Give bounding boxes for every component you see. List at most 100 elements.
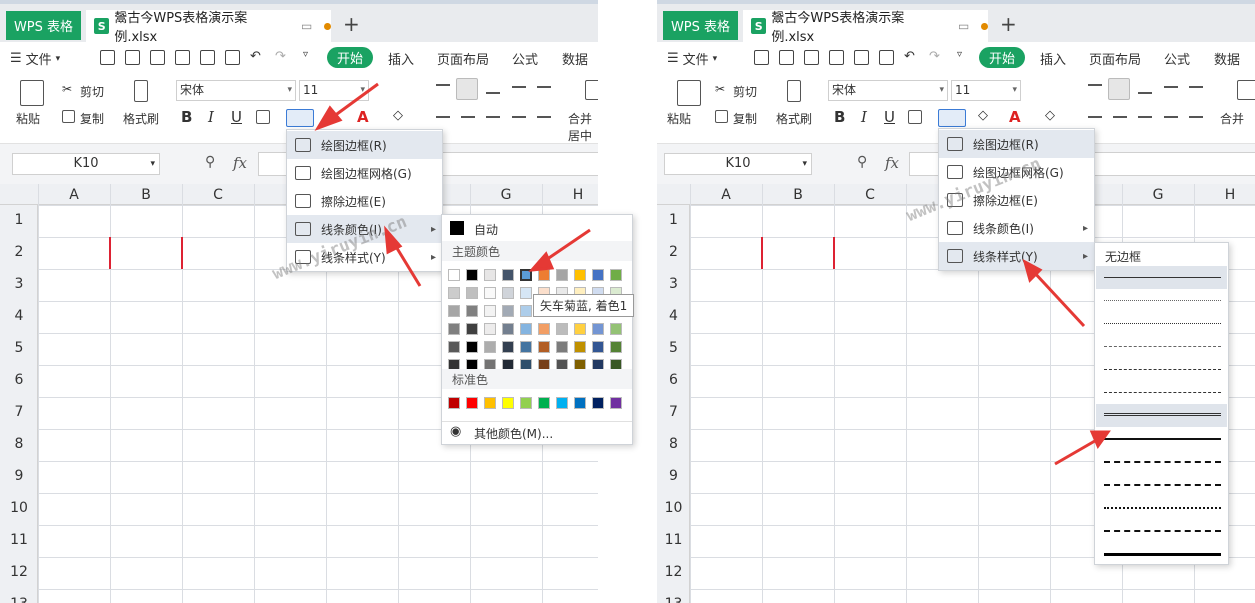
italic-button[interactable]: I [208, 108, 214, 126]
tab-data[interactable]: 数据 [562, 49, 588, 68]
col-header-h[interactable]: H [542, 187, 598, 203]
borders-icon[interactable] [256, 110, 270, 124]
tab-data[interactable]: 数据 [1214, 49, 1240, 68]
theme-color-swatch[interactable] [502, 269, 514, 281]
menu-item-line-style[interactable]: 线条样式(Y) ▸ [939, 242, 1094, 270]
indent-increase-icon[interactable] [537, 86, 551, 88]
theme-color-swatch[interactable] [484, 287, 496, 299]
font-size-select[interactable]: 11 ▾ [951, 80, 1021, 101]
italic-button[interactable]: I [861, 108, 867, 126]
export-pdf-icon[interactable] [879, 50, 894, 65]
print-preview-icon[interactable] [854, 50, 869, 65]
theme-color-swatch[interactable] [556, 269, 568, 281]
merge-center-button[interactable]: 合并 [1220, 110, 1244, 127]
file-tab[interactable]: S 鬶古今WPS表格演示案例.xlsx ▭ [743, 10, 989, 45]
align-top-icon[interactable] [436, 84, 450, 86]
print-icon[interactable] [829, 50, 844, 65]
theme-color-swatch[interactable] [448, 305, 460, 317]
standard-color-swatch[interactable] [610, 397, 622, 409]
row-header[interactable]: 6 [0, 372, 38, 388]
new-tab-button[interactable]: + [343, 12, 360, 36]
row-header[interactable]: 7 [657, 404, 690, 420]
file-tab[interactable]: S 鬶古今WPS表格演示案例.xlsx ▭ [86, 10, 332, 45]
col-header-h[interactable]: H [1194, 187, 1255, 203]
row-header[interactable]: 4 [0, 308, 38, 324]
save-icon[interactable] [150, 50, 165, 65]
standard-color-swatch[interactable] [574, 397, 586, 409]
row-header[interactable]: 2 [657, 244, 690, 260]
row-header[interactable]: 9 [657, 468, 690, 484]
row-header[interactable]: 11 [657, 532, 690, 548]
indent-increase-icon[interactable] [1189, 86, 1203, 88]
line-style-dash-dot-dot[interactable] [1096, 358, 1227, 381]
auto-color-label[interactable]: 自动 [474, 221, 498, 238]
font-name-select[interactable]: 宋体 ▾ [828, 80, 948, 101]
justify-icon[interactable] [1164, 116, 1178, 118]
theme-color-swatch[interactable] [484, 323, 496, 335]
standard-color-swatch[interactable] [520, 397, 532, 409]
zoom-icon[interactable]: ⚲ [205, 154, 215, 170]
col-header-a[interactable]: A [38, 187, 110, 203]
col-header-g[interactable]: G [1122, 187, 1194, 203]
theme-color-swatch[interactable] [520, 287, 532, 299]
tab-start[interactable]: 开始 [327, 47, 373, 68]
align-middle-icon[interactable] [456, 78, 478, 100]
row-header[interactable]: 13 [657, 596, 690, 603]
quick-access-more-icon[interactable]: ▿ [957, 49, 962, 60]
format-painter-button[interactable]: 格式刷 [123, 110, 159, 127]
font-size-select[interactable]: 11 ▾ [299, 80, 369, 101]
menu-item-erase-border[interactable]: 擦除边框(E) [287, 187, 442, 215]
line-style-thin-solid[interactable] [1096, 266, 1227, 289]
new-file-icon[interactable] [754, 50, 769, 65]
align-right-icon[interactable] [486, 116, 500, 118]
new-tab-button[interactable]: + [1000, 12, 1017, 36]
theme-color-swatch[interactable] [448, 287, 460, 299]
open-folder-icon[interactable] [779, 50, 794, 65]
tab-insert[interactable]: 插入 [1040, 49, 1066, 68]
font-color-icon[interactable]: A [357, 108, 369, 126]
save-icon[interactable] [804, 50, 819, 65]
merge-center-icon[interactable] [1237, 80, 1255, 100]
col-header-g[interactable]: G [470, 187, 542, 203]
tab-formula[interactable]: 公式 [512, 49, 538, 68]
no-border-item[interactable]: 无边框 [1105, 248, 1141, 265]
row-header[interactable]: 1 [657, 212, 690, 228]
theme-color-swatch[interactable] [592, 269, 604, 281]
col-header-c[interactable]: C [182, 187, 254, 203]
undo-icon[interactable]: ↶ [904, 49, 915, 64]
menu-item-draw-border[interactable]: 绘图边框(R) [939, 130, 1094, 158]
tab-insert[interactable]: 插入 [388, 49, 414, 68]
fill-color-icon[interactable]: ◇ [978, 108, 988, 123]
align-left-icon[interactable] [1088, 116, 1102, 118]
row-header[interactable]: 8 [0, 436, 38, 452]
theme-color-swatch[interactable] [574, 269, 586, 281]
theme-color-swatch[interactable] [574, 341, 586, 353]
tab-page-layout[interactable]: 页面布局 [1089, 49, 1141, 68]
align-right-icon[interactable] [1138, 116, 1152, 118]
menu-item-draw-border[interactable]: 绘图边框(R) [287, 131, 442, 159]
standard-color-swatch[interactable] [448, 397, 460, 409]
theme-color-swatch[interactable] [556, 323, 568, 335]
wps-app-tab[interactable]: WPS 表格 [663, 11, 738, 40]
open-folder-icon[interactable] [125, 50, 140, 65]
theme-color-swatch[interactable] [466, 323, 478, 335]
theme-color-swatch[interactable] [448, 323, 460, 335]
line-style-double[interactable] [1096, 404, 1227, 427]
line-style-medium-solid[interactable] [1096, 427, 1227, 450]
more-colors-item[interactable]: 其他颜色(M)... [474, 425, 553, 442]
fx-icon[interactable]: fx [233, 154, 247, 172]
row-header[interactable]: 3 [657, 276, 690, 292]
row-header[interactable]: 5 [0, 340, 38, 356]
redo-icon[interactable]: ↷ [275, 49, 286, 64]
line-style-medium-dash-dot[interactable] [1096, 496, 1227, 519]
theme-color-swatch[interactable] [538, 323, 550, 335]
new-file-icon[interactable] [100, 50, 115, 65]
theme-color-swatch[interactable] [448, 341, 460, 353]
row-header[interactable]: 10 [0, 500, 38, 516]
theme-color-swatch[interactable] [610, 341, 622, 353]
standard-color-swatch[interactable] [502, 397, 514, 409]
paste-button[interactable]: 粘贴 [667, 110, 691, 127]
standard-color-swatch[interactable] [538, 397, 550, 409]
indent-decrease-icon[interactable] [512, 86, 526, 88]
line-style-medium-dashed[interactable] [1096, 450, 1227, 473]
